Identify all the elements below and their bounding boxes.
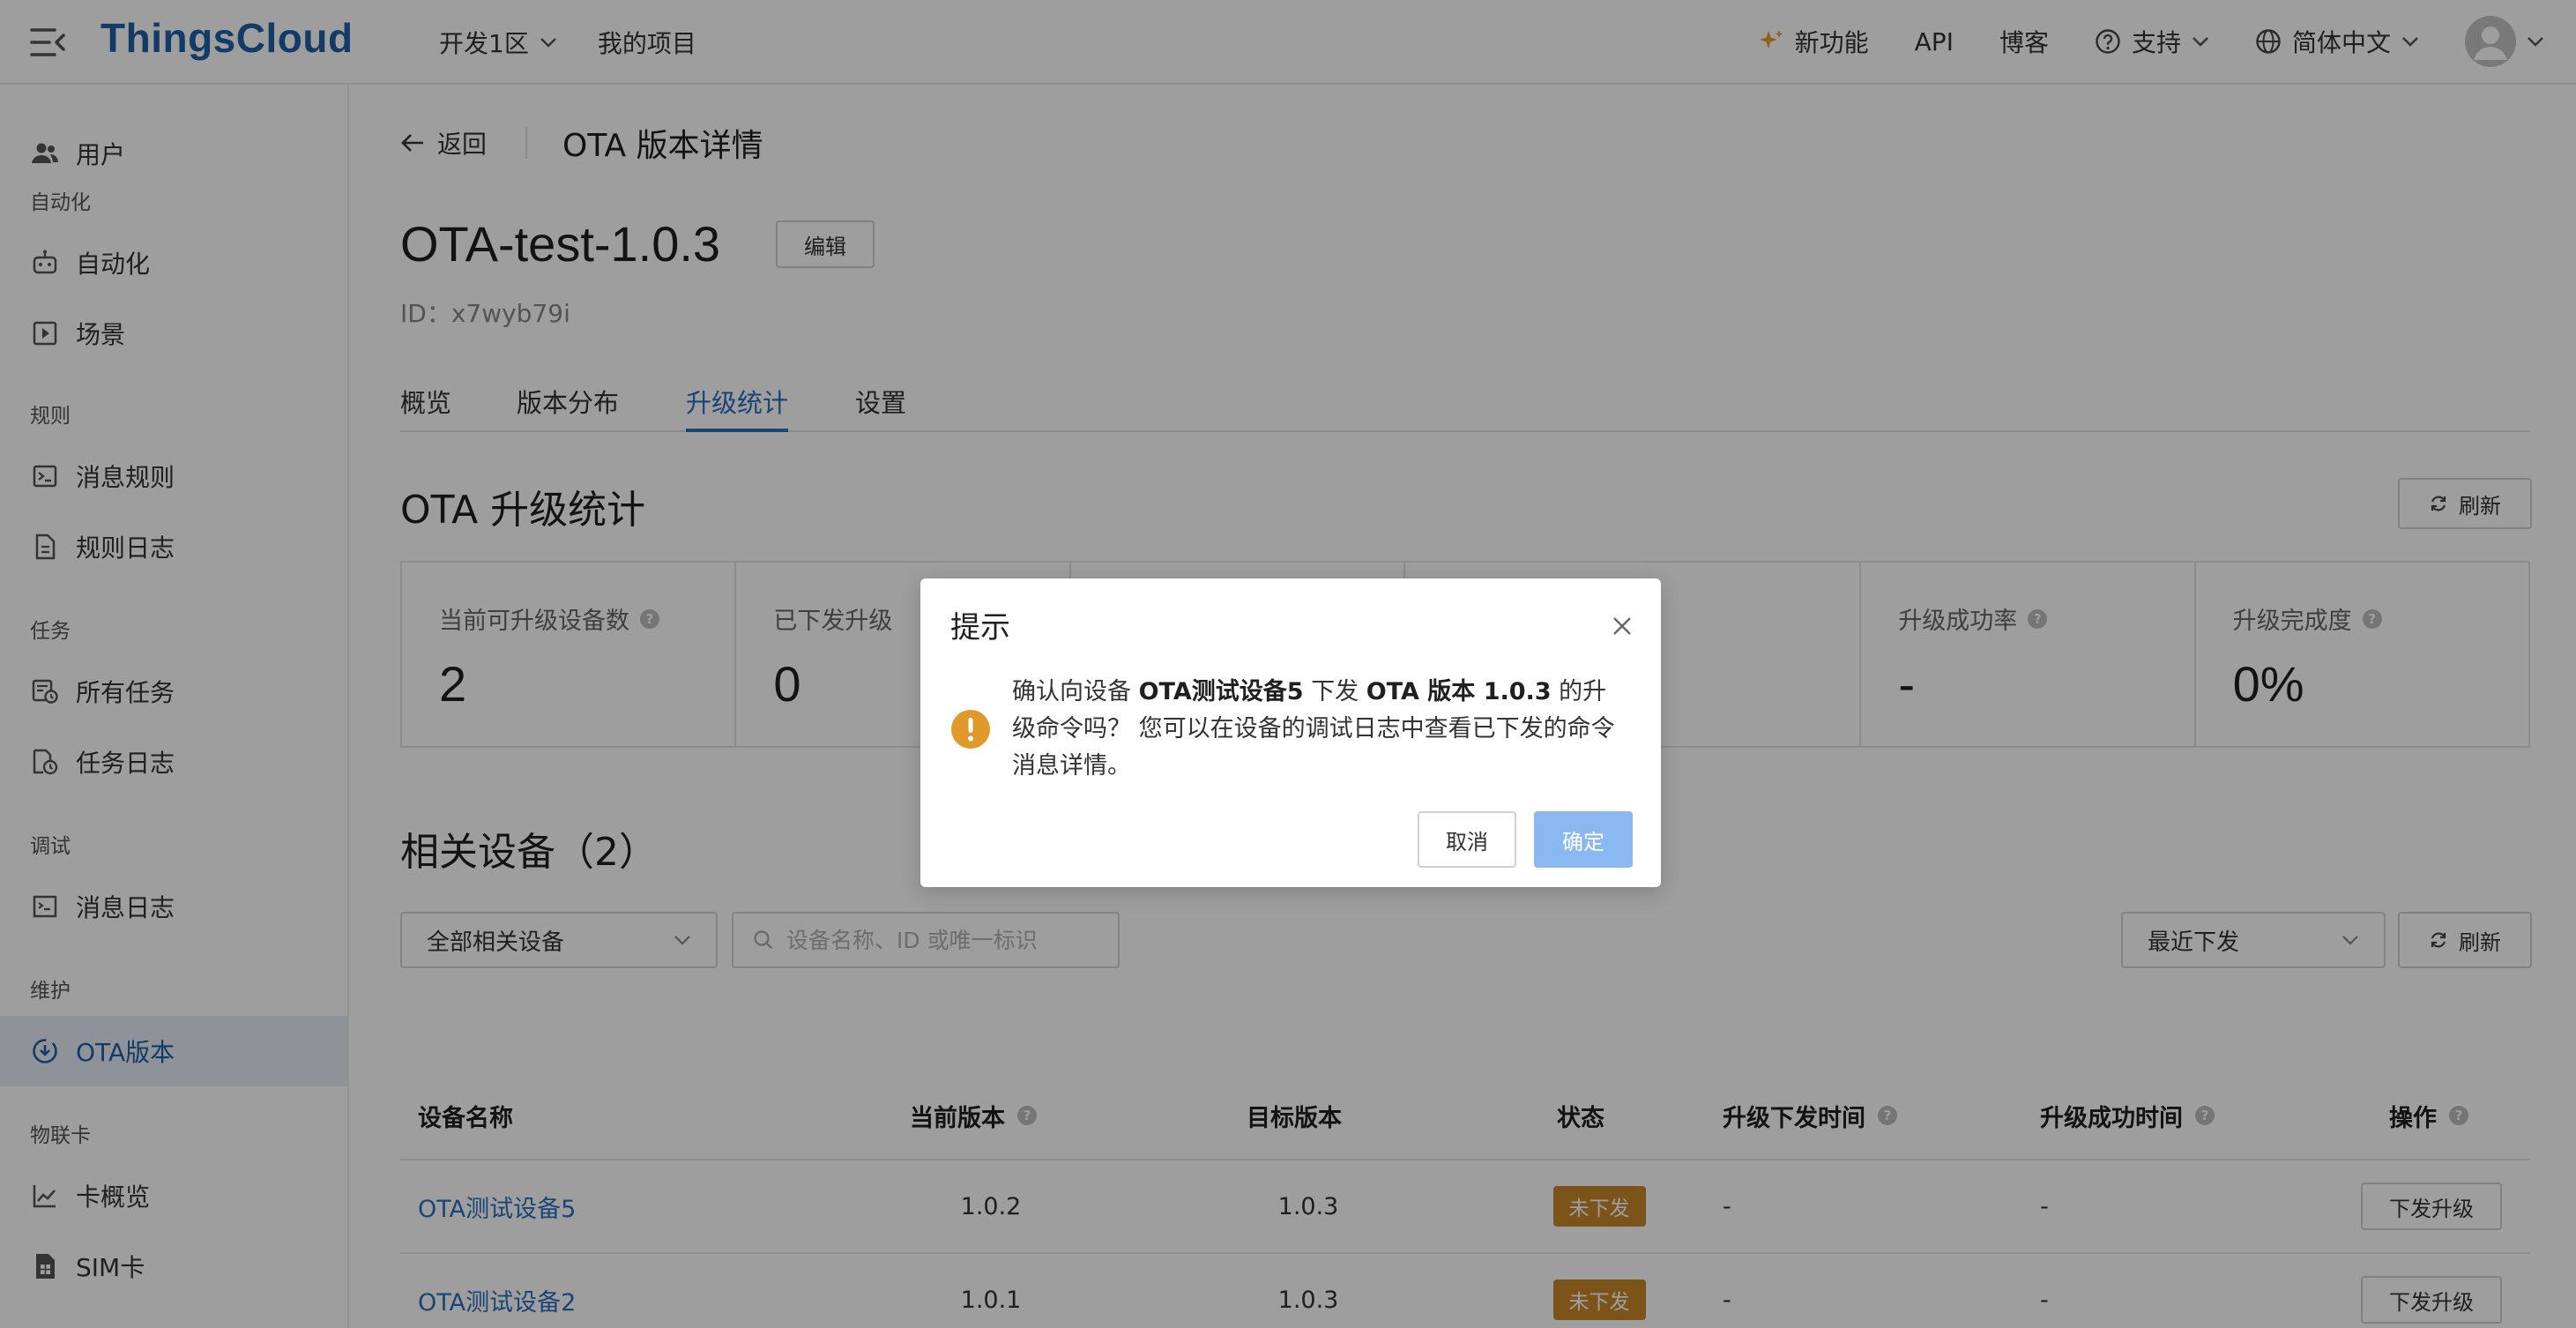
message-version: OTA 版本 1.0.3: [1366, 678, 1552, 705]
cancel-button[interactable]: 取消: [1418, 811, 1516, 868]
warning-icon: [950, 709, 991, 750]
confirm-button[interactable]: 确定: [1534, 811, 1633, 868]
dialog-message: 确认向设备 OTA测试设备5 下发 OTA 版本 1.0.3 的升级命令吗？ 您…: [1012, 674, 1620, 785]
message-text: 确认向设备: [1012, 678, 1139, 705]
confirm-dialog: 提示 确认向设备 OTA测试设备5 下发 OTA 版本 1.0.3 的升级命令吗…: [920, 578, 1661, 887]
message-text: 下发: [1303, 678, 1366, 705]
close-icon[interactable]: [1610, 614, 1634, 638]
dialog-title: 提示: [950, 610, 1010, 645]
message-device: OTA测试设备5: [1138, 678, 1304, 705]
